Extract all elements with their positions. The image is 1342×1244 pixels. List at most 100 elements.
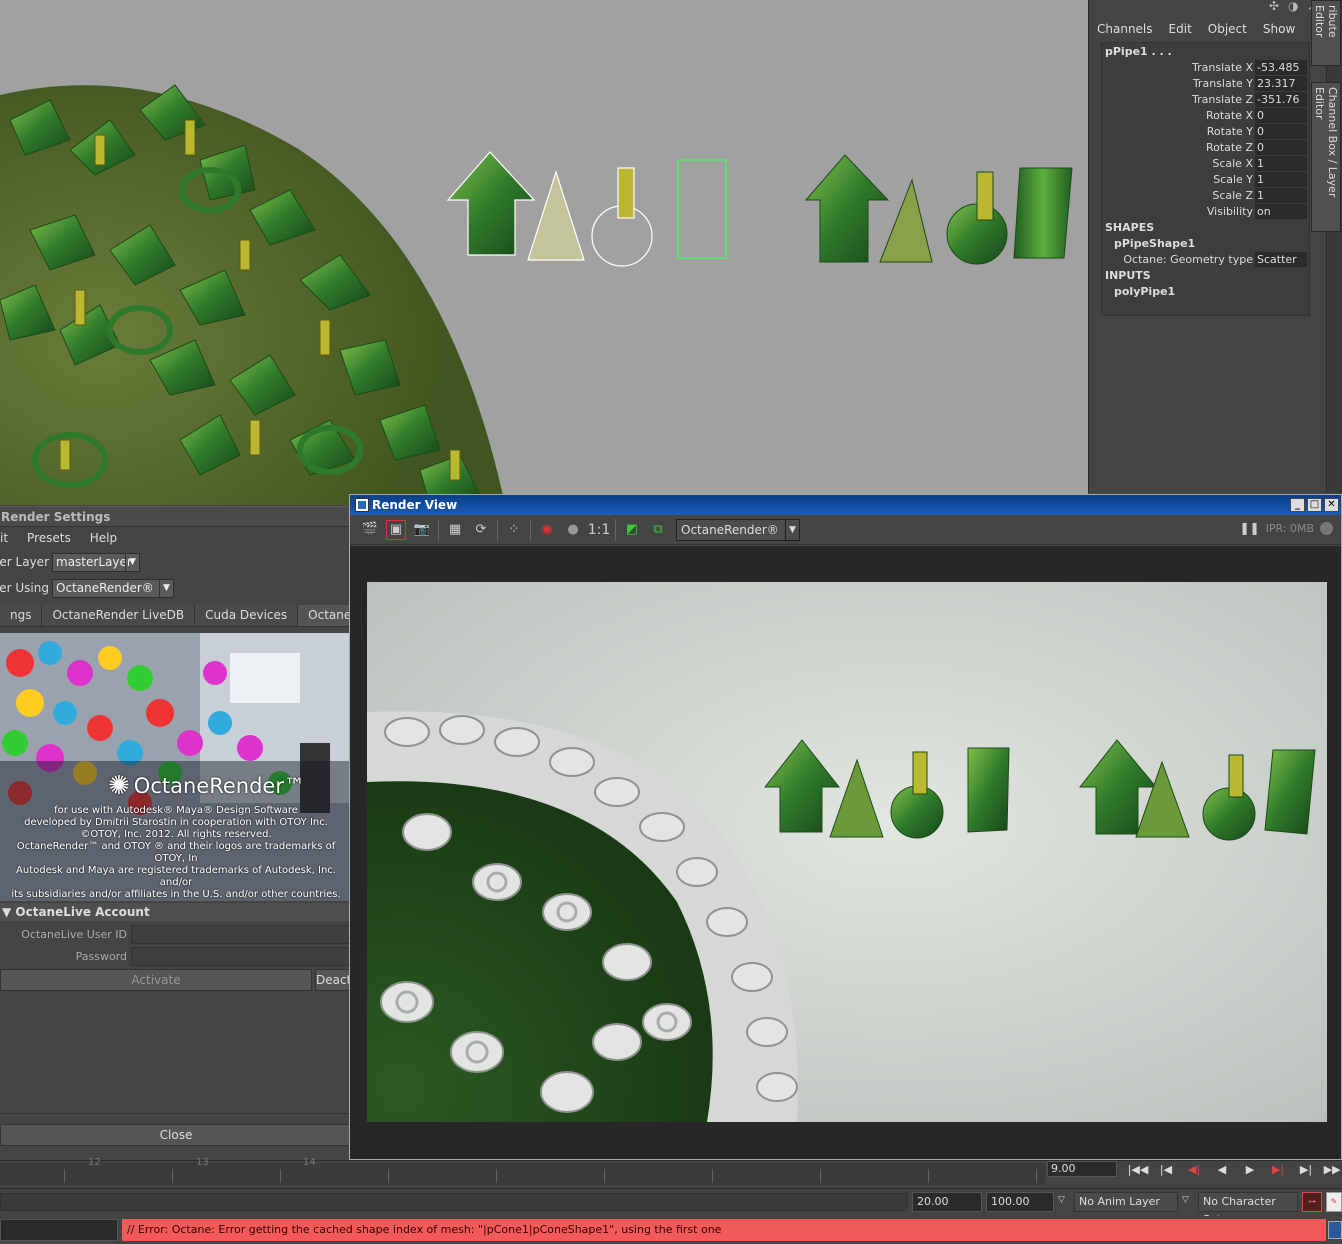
attr-label: Scale Y bbox=[1213, 172, 1253, 186]
object-name[interactable]: pPipe1 . . . bbox=[1102, 43, 1309, 59]
attr-value[interactable]: 1 bbox=[1255, 187, 1307, 203]
password-row: Password bbox=[0, 945, 352, 967]
password-input[interactable] bbox=[131, 946, 352, 966]
attr-row[interactable]: Translate Y 23.317 bbox=[1102, 75, 1309, 91]
snapshot-icon[interactable]: 📷 bbox=[412, 520, 432, 540]
step-forward-frame-button[interactable]: ▶| bbox=[1264, 1161, 1292, 1179]
attr-row[interactable]: Scale Z1 bbox=[1102, 187, 1309, 203]
shape-attr-row[interactable]: Octane: Geometry type Scatter bbox=[1102, 251, 1309, 267]
go-to-start-button[interactable]: |◀◀ bbox=[1124, 1161, 1152, 1179]
attr-row[interactable]: Rotate X0 bbox=[1102, 107, 1309, 123]
tab-livedb[interactable]: OctaneRender LiveDB bbox=[42, 605, 196, 626]
script-editor-icon[interactable] bbox=[1328, 1221, 1342, 1239]
input-node[interactable]: polyPipe1 bbox=[1102, 283, 1309, 299]
step-forward-key-button[interactable]: ▶| bbox=[1292, 1161, 1320, 1179]
step-back-key-button[interactable]: |◀ bbox=[1152, 1161, 1180, 1179]
menu-object[interactable]: Object bbox=[1200, 20, 1255, 38]
shading-icon[interactable]: ◑ bbox=[1288, 0, 1301, 13]
render-layer-value: masterLayer bbox=[56, 554, 132, 569]
render-view-toolbar: 🎬 ▣ 📷 ▦ ⟳ ⁘ ◉ ● 1:1 ◩ ⧉ OctaneRender® ▼ ❚… bbox=[350, 515, 1341, 545]
menu-channels[interactable]: Channels bbox=[1089, 20, 1161, 38]
playback-end-field[interactable]: 100.00 bbox=[986, 1192, 1054, 1212]
menu-edit[interactable]: Edit bbox=[1161, 20, 1200, 38]
refresh-icon[interactable]: ⟳ bbox=[471, 520, 491, 540]
renderer-dropdown[interactable]: OctaneRender® ▼ bbox=[676, 518, 800, 541]
anim-layer-dropdown[interactable]: No Anim Layer bbox=[1074, 1192, 1178, 1212]
tab-cuda-devices[interactable]: Cuda Devices bbox=[195, 605, 299, 626]
attr-value[interactable]: 1 bbox=[1255, 171, 1307, 187]
maximize-button[interactable]: □ bbox=[1307, 498, 1322, 512]
tab-common[interactable]: ngs bbox=[0, 605, 43, 626]
rendered-scene bbox=[367, 711, 1316, 1122]
attr-value[interactable]: 23.317 bbox=[1255, 75, 1307, 91]
attr-row[interactable]: Scale Y1 bbox=[1102, 171, 1309, 187]
chevron-down-icon[interactable]: ▽ bbox=[1182, 1195, 1189, 1205]
attr-row[interactable]: Rotate Y0 bbox=[1102, 123, 1309, 139]
attr-value[interactable]: 0 bbox=[1255, 139, 1307, 155]
go-to-end-button[interactable]: ▶▶| bbox=[1320, 1161, 1342, 1179]
auto-key-icon[interactable]: ⊶ bbox=[1302, 1192, 1322, 1212]
rendered-objects-left bbox=[763, 739, 1010, 839]
separator bbox=[438, 518, 439, 541]
activate-button[interactable]: Activate bbox=[0, 969, 312, 991]
attr-value[interactable]: on bbox=[1255, 203, 1307, 219]
play-forward-button[interactable]: ▶ bbox=[1236, 1161, 1264, 1179]
render-layer-dropdown[interactable]: masterLayer ▼ bbox=[52, 552, 140, 572]
command-input[interactable] bbox=[0, 1219, 118, 1241]
end-time-field[interactable]: 20.00 bbox=[912, 1192, 982, 1212]
timeline-label: 12 bbox=[88, 1157, 101, 1168]
pause-icon[interactable]: ❚❚ bbox=[1239, 521, 1259, 535]
alpha-channel-icon[interactable]: ● bbox=[563, 520, 583, 540]
preferences-icon[interactable]: ✎ bbox=[1326, 1192, 1342, 1212]
attr-label: Scale Z bbox=[1212, 188, 1253, 202]
menu-edit[interactable]: it bbox=[0, 531, 15, 545]
render-canvas-area[interactable] bbox=[350, 546, 1341, 1159]
keep-image-icon[interactable]: ⧉ bbox=[648, 520, 668, 540]
octane-banner: ✺ OctaneRender™ for use with Autodesk® Ma… bbox=[0, 633, 352, 901]
menu-show[interactable]: Show bbox=[1255, 20, 1303, 38]
octane-logo-icon: ✺ bbox=[108, 771, 130, 801]
zoom-1-1-button[interactable]: 1:1 bbox=[588, 520, 611, 540]
chevron-down-icon[interactable]: ▽ bbox=[1058, 1195, 1065, 1205]
shape-node[interactable]: pPipeShape1 bbox=[1102, 235, 1309, 251]
minimize-button[interactable]: _ bbox=[1290, 498, 1305, 512]
attr-value[interactable]: Scatter bbox=[1255, 251, 1307, 267]
range-slider[interactable] bbox=[0, 1193, 908, 1211]
render-view-titlebar[interactable]: Render View _ □ ✕ bbox=[350, 495, 1341, 515]
attr-row[interactable]: Visibility on bbox=[1102, 203, 1309, 219]
separator bbox=[530, 518, 531, 541]
attr-value[interactable]: 0 bbox=[1255, 123, 1307, 139]
user-id-input[interactable] bbox=[131, 924, 352, 944]
octanelive-account-section[interactable]: ▼ OctaneLive Account bbox=[0, 903, 352, 921]
ipr-render-icon[interactable]: ▦ bbox=[445, 520, 465, 540]
character-set-dropdown[interactable]: No Character Set bbox=[1198, 1192, 1298, 1226]
attr-value[interactable]: 0 bbox=[1255, 107, 1307, 123]
tab-channel-box[interactable]: Channel Box / Layer Editor bbox=[1311, 82, 1341, 232]
render-using-dropdown[interactable]: OctaneRender® ▼ bbox=[52, 578, 174, 598]
viewport-scene bbox=[0, 84, 1073, 505]
attr-row[interactable]: Translate X -53.485 bbox=[1102, 59, 1309, 75]
menu-presets[interactable]: Presets bbox=[27, 531, 78, 545]
menu-help[interactable]: Help bbox=[90, 531, 124, 545]
redo-render-icon[interactable]: ▣ bbox=[386, 519, 406, 540]
attr-value[interactable]: 1 bbox=[1255, 155, 1307, 171]
region-render-icon[interactable]: ⁘ bbox=[504, 520, 524, 540]
attr-row[interactable]: Scale X1 bbox=[1102, 155, 1309, 171]
timeline-track[interactable]: 12 13 14 bbox=[0, 1157, 1045, 1185]
rgb-channels-icon[interactable]: ◉ bbox=[537, 520, 557, 540]
axis-icon[interactable]: ✣ bbox=[1269, 0, 1282, 13]
display-settings-icon[interactable]: ◩ bbox=[622, 520, 642, 540]
attr-value[interactable]: -53.485 bbox=[1255, 59, 1307, 75]
attr-row[interactable]: Translate Z -351.76 bbox=[1102, 91, 1309, 107]
close-button[interactable]: Close bbox=[0, 1124, 352, 1146]
render-icon[interactable]: 🎬 bbox=[360, 520, 380, 540]
play-backward-button[interactable]: ◀ bbox=[1208, 1161, 1236, 1179]
current-frame-field[interactable]: 9.00 bbox=[1047, 1161, 1117, 1177]
deactivate-button[interactable]: Deacti bbox=[315, 969, 352, 991]
close-window-button[interactable]: ✕ bbox=[1324, 498, 1339, 512]
step-back-frame-button[interactable]: ◀| bbox=[1180, 1161, 1208, 1179]
attr-row[interactable]: Rotate Z0 bbox=[1102, 139, 1309, 155]
maya-viewport[interactable] bbox=[0, 0, 1088, 505]
attr-value[interactable]: -351.76 bbox=[1255, 91, 1307, 107]
tab-attribute-editor[interactable]: ribute Editor bbox=[1311, 0, 1341, 66]
